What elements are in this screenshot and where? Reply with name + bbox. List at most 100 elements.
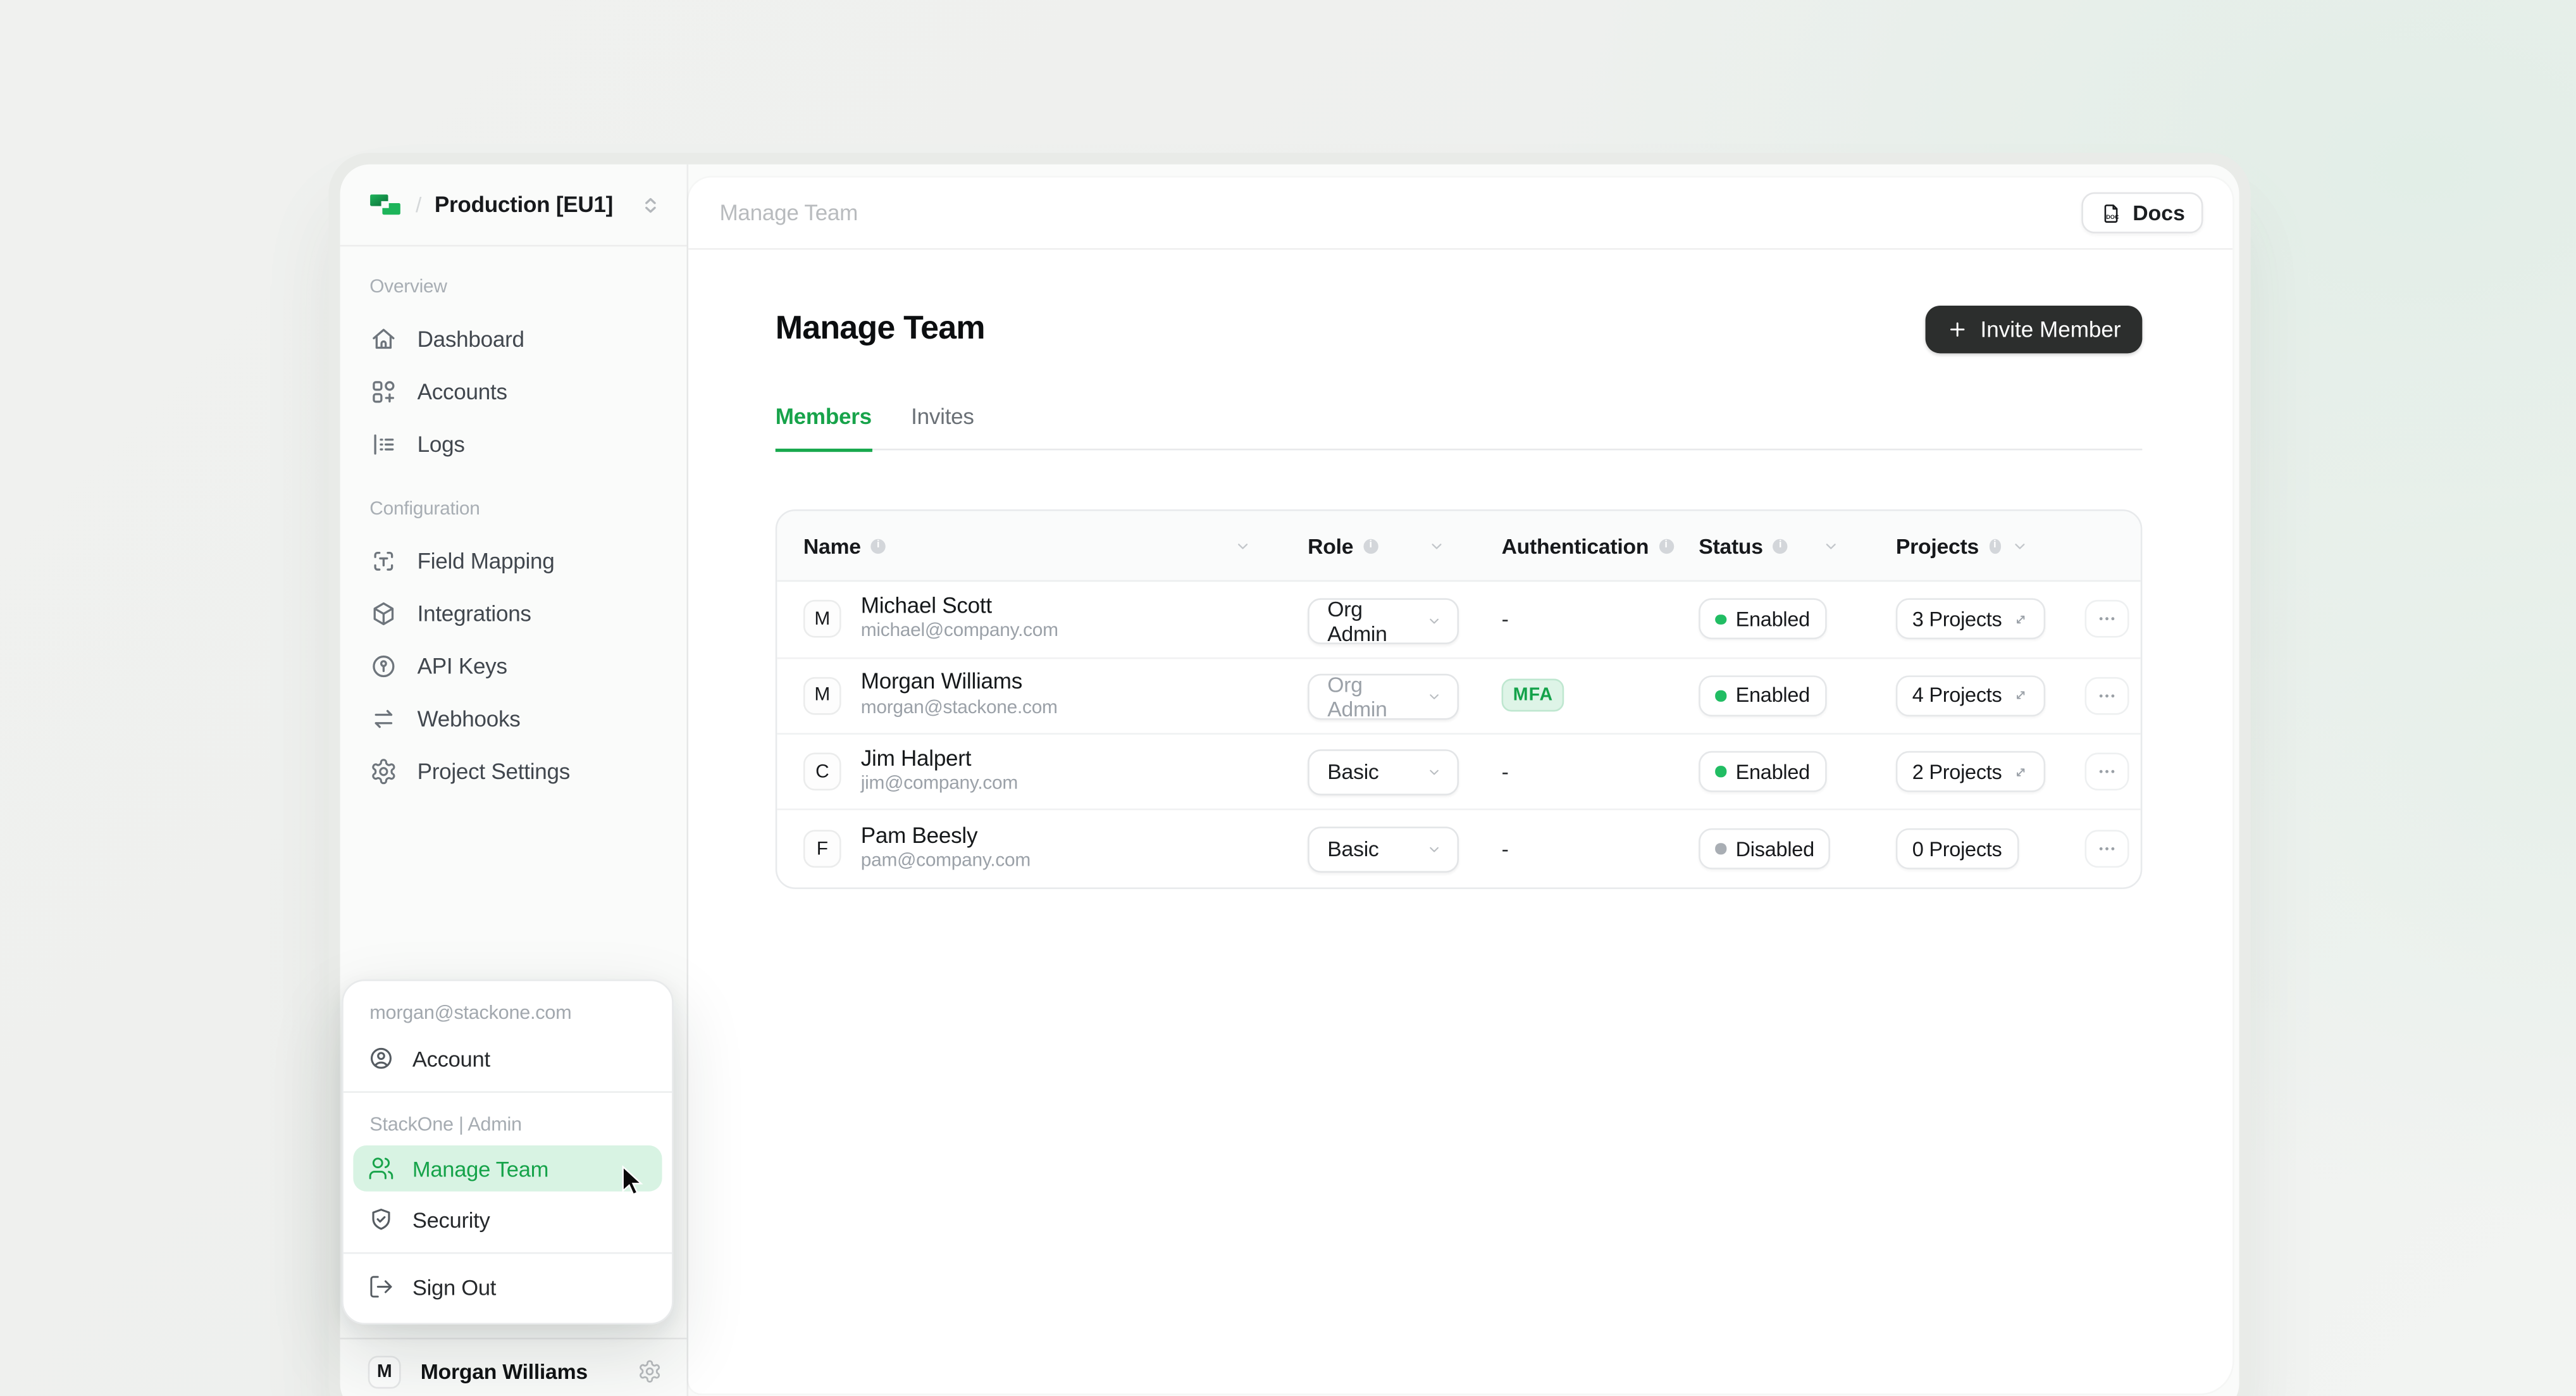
status-value: Enabled xyxy=(1736,684,1810,707)
projects-value: 2 Projects xyxy=(1912,761,2002,783)
project-switcher[interactable]: / Production [EU1] xyxy=(340,165,687,247)
info-icon[interactable]: i xyxy=(1773,539,1787,553)
avatar: M xyxy=(803,601,841,639)
projects-chip[interactable]: 4 Projects xyxy=(1896,675,2045,716)
role-value: Org Admin xyxy=(1327,597,1426,646)
menu-item-label: Manage Team xyxy=(412,1156,548,1181)
member-email: morgan@stackone.com xyxy=(861,696,1058,721)
sidebar-item-project-settings[interactable]: Project Settings xyxy=(357,744,671,797)
member-name-cell: M Michael Scott michael@company.com xyxy=(777,594,1308,645)
table-row: F Pam Beesly pam@company.com Basic -- Di… xyxy=(777,811,2140,887)
sort-chevron-icon[interactable] xyxy=(1234,537,1252,556)
status-badge: Enabled xyxy=(1699,751,1826,792)
sidebar-item-api-keys[interactable]: API Keys xyxy=(357,639,671,692)
gear-icon xyxy=(369,757,397,785)
role-select[interactable]: Basic xyxy=(1308,749,1459,795)
sort-chevron-icon[interactable] xyxy=(2011,537,2029,556)
row-actions-button[interactable] xyxy=(2084,753,2129,791)
member-name-cell: C Jim Halpert jim@company.com xyxy=(777,746,1308,798)
chevron-down-icon xyxy=(1426,764,1442,780)
row-actions-button[interactable] xyxy=(2084,830,2129,868)
docs-button[interactable]: Docs xyxy=(2082,192,2203,234)
menu-item-security[interactable]: Security xyxy=(353,1197,662,1243)
info-icon[interactable]: i xyxy=(1363,539,1378,553)
nav-section-label-overview: Overview xyxy=(357,268,671,312)
projects-chip[interactable]: 3 Projects xyxy=(1896,599,2045,640)
tab-invites[interactable]: Invites xyxy=(911,404,974,452)
menu-item-account[interactable]: Account xyxy=(353,1035,662,1081)
status-value: Disabled xyxy=(1736,837,1814,860)
topbar-title: Manage Team xyxy=(719,201,858,225)
sidebar-item-accounts[interactable]: Accounts xyxy=(357,365,671,418)
avatar: F xyxy=(803,830,841,868)
sidebar-item-logs[interactable]: Logs xyxy=(357,418,671,470)
role-select[interactable]: Org Admin xyxy=(1308,598,1459,644)
table-header-row: Name i Role i Authentication i xyxy=(777,511,2140,582)
manage-team-content: Manage Team Invite Member Members Invite… xyxy=(688,250,2232,889)
column-header-status: Status i xyxy=(1699,533,1896,558)
sidebar-item-label: Accounts xyxy=(418,379,507,404)
key-circle-icon xyxy=(369,652,397,680)
tab-members[interactable]: Members xyxy=(776,404,872,452)
expand-icon xyxy=(2012,687,2028,704)
desktop-background: / Production [EU1] Overview Dashboard Ac… xyxy=(0,0,2576,1396)
member-name-cell: M Morgan Williams morgan@stackone.com xyxy=(777,670,1308,721)
projects-chip[interactable]: 0 Projects xyxy=(1896,828,2019,869)
role-select[interactable]: Basic xyxy=(1308,826,1459,872)
status-dot xyxy=(1715,844,1726,854)
sidebar-item-field-mapping[interactable]: Field Mapping xyxy=(357,534,671,587)
expand-icon xyxy=(2012,611,2028,628)
sidebar-item-label: Project Settings xyxy=(418,758,570,783)
menu-divider xyxy=(344,1091,672,1093)
status-value: Enabled xyxy=(1736,608,1810,631)
projects-chip[interactable]: 2 Projects xyxy=(1896,751,2045,792)
sidebar-item-label: API Keys xyxy=(418,653,507,678)
member-name: Jim Halpert xyxy=(861,746,1018,773)
breadcrumb-project: Production [EU1] xyxy=(435,192,613,217)
stackone-logo-icon xyxy=(368,187,403,222)
auth-value: - xyxy=(1502,836,1509,861)
chevron-up-down-icon[interactable] xyxy=(638,192,664,218)
invite-member-button[interactable]: Invite Member xyxy=(1926,306,2143,353)
member-name: Pam Beesly xyxy=(861,823,1031,849)
main-topbar: Manage Team Docs xyxy=(688,177,2232,249)
table-row: M Michael Scott michael@company.com Org … xyxy=(777,582,2140,658)
info-icon[interactable]: i xyxy=(1989,539,2001,553)
sort-chevron-icon[interactable] xyxy=(1822,537,1840,556)
account-menu-org-label: StackOne | Admin xyxy=(344,1103,672,1146)
menu-item-sign-out[interactable]: Sign Out xyxy=(353,1264,662,1310)
role-value: Basic xyxy=(1327,837,1378,861)
sort-chevron-icon[interactable] xyxy=(1428,537,1446,556)
sidebar-item-label: Dashboard xyxy=(418,326,524,351)
avatar: C xyxy=(803,753,841,791)
member-email: michael@company.com xyxy=(861,620,1058,645)
user-circle-icon xyxy=(368,1045,395,1072)
projects-value: 3 Projects xyxy=(1912,608,2002,631)
row-actions-button[interactable] xyxy=(2084,601,2129,639)
menu-item-label: Security xyxy=(412,1207,490,1231)
row-actions-button[interactable] xyxy=(2084,676,2129,714)
sidebar-nav: Overview Dashboard Accounts Logs Configu… xyxy=(340,247,687,797)
sidebar-user-bar[interactable]: M Morgan Williams xyxy=(340,1338,687,1396)
member-email: jim@company.com xyxy=(861,773,1018,798)
breadcrumb-separator: / xyxy=(416,192,421,217)
info-icon[interactable]: i xyxy=(1659,539,1673,553)
nav-section-label-configuration: Configuration xyxy=(357,490,671,534)
menu-item-manage-team[interactable]: Manage Team xyxy=(353,1145,662,1192)
gear-icon[interactable] xyxy=(638,1359,662,1384)
column-header-projects: Projects i xyxy=(1896,533,2085,558)
chevron-down-icon xyxy=(1426,689,1442,706)
sidebar-item-dashboard[interactable]: Dashboard xyxy=(357,312,671,365)
sidebar-item-webhooks[interactable]: Webhooks xyxy=(357,692,671,744)
account-menu-popup: morgan@stackone.com Account StackOne | A… xyxy=(342,980,674,1324)
page-title: Manage Team xyxy=(776,311,985,349)
chevron-down-icon xyxy=(1426,841,1442,857)
swap-arrows-icon xyxy=(369,704,397,732)
cube-icon xyxy=(369,599,397,627)
role-value: Basic xyxy=(1327,759,1378,784)
info-icon[interactable]: i xyxy=(870,539,885,553)
table-row: M Morgan Williams morgan@stackone.com Or… xyxy=(777,658,2140,734)
status-dot xyxy=(1715,690,1726,701)
sidebar-item-integrations[interactable]: Integrations xyxy=(357,587,671,639)
role-select[interactable]: Org Admin xyxy=(1308,675,1459,721)
